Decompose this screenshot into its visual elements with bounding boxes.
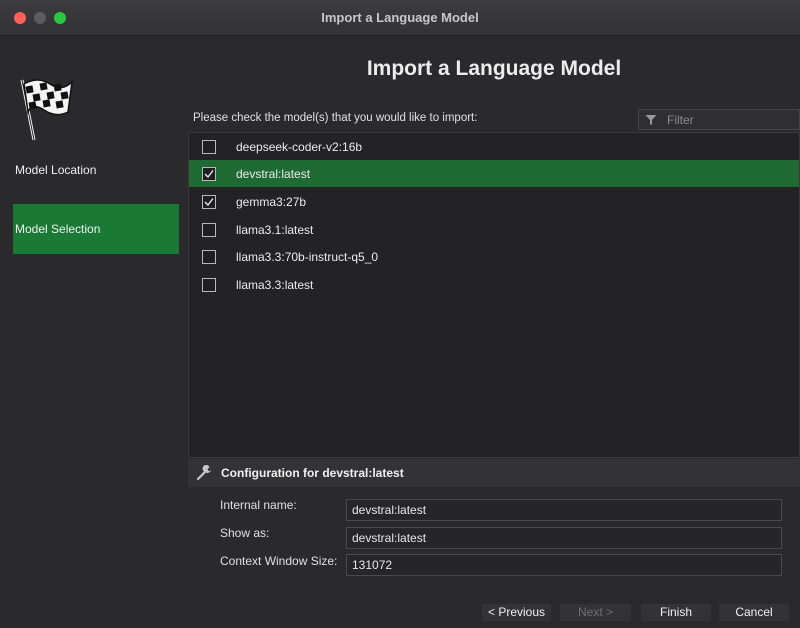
context-window-size-field[interactable] — [346, 554, 782, 576]
checkmark-icon — [204, 197, 214, 206]
page-title: Import a Language Model — [366, 57, 622, 80]
finish-button[interactable]: Finish — [641, 604, 711, 621]
model-name: devstral:latest — [236, 166, 311, 181]
title-bar: Import a Language Model — [0, 0, 800, 36]
checkered-flag-icon — [20, 79, 74, 141]
show-as-label: Show as: — [220, 526, 270, 540]
list-item[interactable]: gemma3:27b — [189, 188, 799, 215]
filter-icon — [645, 114, 657, 125]
list-item[interactable]: llama3.1:latest — [189, 216, 799, 243]
previous-button[interactable]: < Previous — [482, 604, 551, 621]
show-as-field[interactable] — [346, 527, 782, 549]
model-list[interactable]: deepseek-coder-v2:16b devstral:latest ge… — [188, 132, 800, 458]
model-name: deepseek-coder-v2:16b — [236, 139, 363, 154]
model-name: llama3.3:latest — [236, 277, 314, 292]
list-item[interactable]: llama3.3:latest — [189, 271, 799, 298]
next-button[interactable]: Next > — [560, 604, 631, 621]
model-checkbox[interactable] — [202, 194, 216, 209]
model-checkbox[interactable] — [202, 139, 216, 154]
sidebar-item-label: Model Selection — [15, 222, 101, 236]
checkmark-icon — [204, 169, 214, 178]
configuration-header: Configuration for devstral:latest — [188, 459, 800, 487]
wizard-sidebar: Model Location Model Selection — [0, 36, 188, 596]
model-name: llama3.1:latest — [236, 222, 314, 237]
model-checkbox[interactable] — [202, 166, 216, 181]
internal-name-field[interactable] — [346, 499, 782, 521]
model-checkbox[interactable] — [202, 222, 216, 237]
model-name: llama3.3:70b-instruct-q5_0 — [236, 249, 379, 264]
model-checkbox[interactable] — [202, 249, 216, 264]
cancel-button[interactable]: Cancel — [719, 604, 789, 621]
sidebar-item-label: Model Location — [15, 163, 97, 177]
window-title: Import a Language Model — [321, 10, 479, 25]
instruction-text: Please check the model(s) that you would… — [193, 112, 478, 124]
sidebar-item-model-selection[interactable]: Model Selection — [13, 204, 179, 254]
list-item[interactable]: deepseek-coder-v2:16b — [189, 133, 799, 160]
list-item[interactable]: llama3.3:70b-instruct-q5_0 — [189, 243, 799, 270]
model-checkbox[interactable] — [202, 277, 216, 292]
configuration-title: Configuration for devstral:latest — [221, 466, 404, 480]
filter-input[interactable] — [667, 112, 787, 127]
sidebar-item-model-location[interactable]: Model Location — [13, 156, 179, 184]
internal-name-label: Internal name: — [220, 498, 297, 512]
wrench-icon — [196, 465, 211, 481]
context-window-size-label: Context Window Size: — [220, 554, 338, 568]
model-name: gemma3:27b — [236, 194, 307, 209]
list-item[interactable]: devstral:latest — [189, 160, 799, 187]
filter-field[interactable] — [638, 109, 800, 130]
